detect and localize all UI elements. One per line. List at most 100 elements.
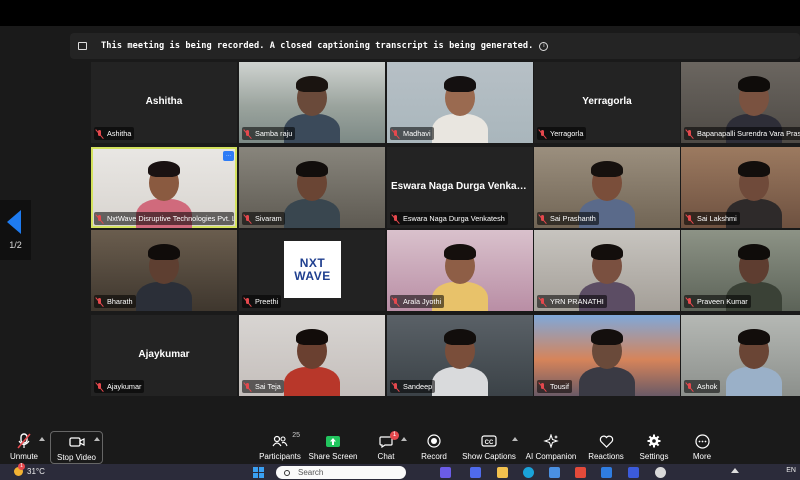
gallery-pager[interactable]: 1/2 bbox=[0, 200, 31, 260]
participant-name: Madhavi bbox=[403, 129, 431, 138]
participant-name: YRN PRANATHI bbox=[550, 297, 604, 306]
captions-options-caret[interactable] bbox=[512, 437, 518, 441]
participant-tile[interactable]: Ashitha Ashitha bbox=[91, 62, 237, 143]
mic-muted-icon bbox=[17, 433, 31, 449]
video-options-caret[interactable] bbox=[94, 437, 100, 441]
participant-name: NxtWave Disruptive Technologies Pvt. Ltd… bbox=[107, 214, 234, 223]
participant-tile[interactable]: Samba raju bbox=[239, 62, 385, 143]
participants-count: 25 bbox=[292, 432, 300, 439]
participant-name-label: Samba raju bbox=[242, 127, 296, 140]
participant-tile[interactable]: Madhavi bbox=[387, 62, 533, 143]
participants-icon: 25 bbox=[272, 432, 300, 449]
participant-name-label: Arala Jyothi bbox=[390, 295, 445, 308]
sparkle-icon bbox=[543, 433, 559, 449]
stop-video-button[interactable]: Stop Video bbox=[50, 431, 103, 464]
participant-name: Sai Teja bbox=[255, 382, 281, 391]
teams-app-icon[interactable] bbox=[470, 467, 481, 478]
info-icon[interactable]: i bbox=[539, 41, 549, 51]
show-captions-button[interactable]: CC Show Captions bbox=[462, 431, 516, 464]
participant-name-label: Sai Prashanth bbox=[537, 212, 599, 225]
participant-tile[interactable]: Ashok bbox=[681, 315, 800, 396]
weather-widget[interactable]: 1 31°C bbox=[14, 463, 45, 476]
mic-muted-icon bbox=[539, 382, 547, 392]
participant-name: Praveen Kumar bbox=[697, 297, 748, 306]
file-explorer-icon[interactable] bbox=[497, 467, 508, 478]
participant-tile[interactable]: Sai Teja bbox=[239, 315, 385, 396]
copilot-app-icon[interactable] bbox=[440, 467, 451, 478]
meeting-toolbar: Unmute Stop Video 25 Participants Share … bbox=[0, 431, 800, 464]
gear-icon bbox=[647, 433, 661, 449]
participant-display-name: Ashitha bbox=[145, 96, 183, 107]
participant-name-label: Ashok bbox=[684, 380, 721, 393]
participant-name-label: Bapanapalli Surendra Vara Prasa bbox=[684, 127, 800, 140]
more-button[interactable]: More bbox=[688, 431, 716, 464]
mic-muted-icon bbox=[539, 297, 547, 307]
mic-muted-icon bbox=[686, 382, 694, 392]
participant-name-label: Yerragorla bbox=[537, 127, 587, 140]
participant-tile[interactable]: Sivaram bbox=[239, 147, 385, 228]
participant-tile[interactable]: Bapanapalli Surendra Vara Prasa bbox=[681, 62, 800, 143]
tray-overflow-icon[interactable] bbox=[731, 468, 739, 473]
participant-tile[interactable]: Eswara Naga Durga Venkate... Eswara Naga … bbox=[387, 147, 533, 228]
zoom-app-icon[interactable] bbox=[628, 467, 639, 478]
chat-badge: 1 bbox=[390, 431, 399, 440]
participant-tile[interactable]: Bharath bbox=[91, 230, 237, 311]
share-screen-label: Share Screen bbox=[308, 452, 358, 461]
share-screen-button[interactable]: Share Screen bbox=[308, 431, 358, 464]
participant-name-label: Eswara Naga Durga Venkatesh bbox=[390, 212, 508, 225]
audio-options-caret[interactable] bbox=[39, 437, 45, 441]
participant-name: Arala Jyothi bbox=[403, 297, 442, 306]
dropbox-app-icon[interactable] bbox=[601, 467, 612, 478]
weather-badge: 1 bbox=[18, 463, 25, 470]
recording-message: This meeting is being recorded. A closed… bbox=[101, 41, 534, 51]
mic-muted-icon bbox=[392, 129, 400, 139]
mic-muted-icon bbox=[96, 382, 104, 392]
previous-page-icon[interactable] bbox=[6, 210, 21, 234]
participant-tile[interactable]: Praveen Kumar bbox=[681, 230, 800, 311]
participant-tile[interactable]: YRN PRANATHI bbox=[534, 230, 680, 311]
participant-tile[interactable]: Sai Lakshmi bbox=[681, 147, 800, 228]
store-app-icon[interactable] bbox=[549, 467, 560, 478]
participant-name: Tousif bbox=[550, 382, 570, 391]
participant-tile[interactable]: Tousif bbox=[534, 315, 680, 396]
participants-button[interactable]: 25 Participants bbox=[258, 431, 302, 464]
participant-name-label: YRN PRANATHI bbox=[537, 295, 607, 308]
mic-muted-icon bbox=[539, 214, 547, 224]
tile-options-icon[interactable]: ··· bbox=[223, 151, 234, 161]
participant-tile[interactable]: Yerragorla Yerragorla bbox=[534, 62, 680, 143]
chat-options-caret[interactable] bbox=[401, 437, 407, 441]
participant-tile[interactable]: Sandeep bbox=[387, 315, 533, 396]
taskbar-search[interactable]: Search bbox=[276, 466, 406, 479]
mic-muted-icon bbox=[244, 129, 252, 139]
participant-tile[interactable]: NXT WAVE Preethi bbox=[239, 230, 385, 311]
mic-muted-icon bbox=[392, 214, 400, 224]
participant-tile[interactable]: Ajaykumar Ajaykumar bbox=[91, 315, 237, 396]
mic-muted-icon bbox=[539, 129, 547, 139]
chrome-app-icon[interactable] bbox=[655, 467, 666, 478]
video-gallery: Ashitha Ashitha Samba raju Madhavi Yerragorl… bbox=[91, 62, 800, 396]
participant-name: Eswara Naga Durga Venkatesh bbox=[403, 214, 505, 223]
settings-label: Settings bbox=[639, 452, 669, 461]
settings-button[interactable]: Settings bbox=[638, 431, 670, 464]
participant-name-label: Tousif bbox=[537, 380, 573, 393]
participant-name: Ajaykumar bbox=[107, 382, 142, 391]
more-icon bbox=[694, 433, 710, 449]
participant-name-label: Ajaykumar bbox=[94, 380, 145, 393]
participant-display-name: Ajaykumar bbox=[138, 349, 190, 360]
gmail-app-icon[interactable] bbox=[575, 467, 586, 478]
participant-tile[interactable]: Arala Jyothi bbox=[387, 230, 533, 311]
participant-name: Sivaram bbox=[255, 214, 282, 223]
ai-companion-button[interactable]: AI Companion bbox=[526, 431, 576, 464]
participant-tile[interactable]: ··· NxtWave Disruptive Technologies Pvt. … bbox=[91, 147, 237, 228]
language-indicator[interactable]: EN bbox=[786, 467, 796, 474]
edge-browser-icon[interactable] bbox=[523, 467, 534, 478]
unmute-button[interactable]: Unmute bbox=[6, 431, 42, 464]
chat-button[interactable]: 1 Chat bbox=[372, 431, 400, 464]
reactions-button[interactable]: Reactions bbox=[588, 431, 624, 464]
mic-muted-icon bbox=[96, 297, 104, 307]
record-button[interactable]: Record bbox=[418, 431, 450, 464]
windows-start-icon[interactable] bbox=[253, 467, 264, 478]
participant-display-name: Eswara Naga Durga Venkate... bbox=[391, 181, 533, 192]
stop-video-label: Stop Video bbox=[57, 453, 96, 462]
participant-tile[interactable]: Sai Prashanth bbox=[534, 147, 680, 228]
